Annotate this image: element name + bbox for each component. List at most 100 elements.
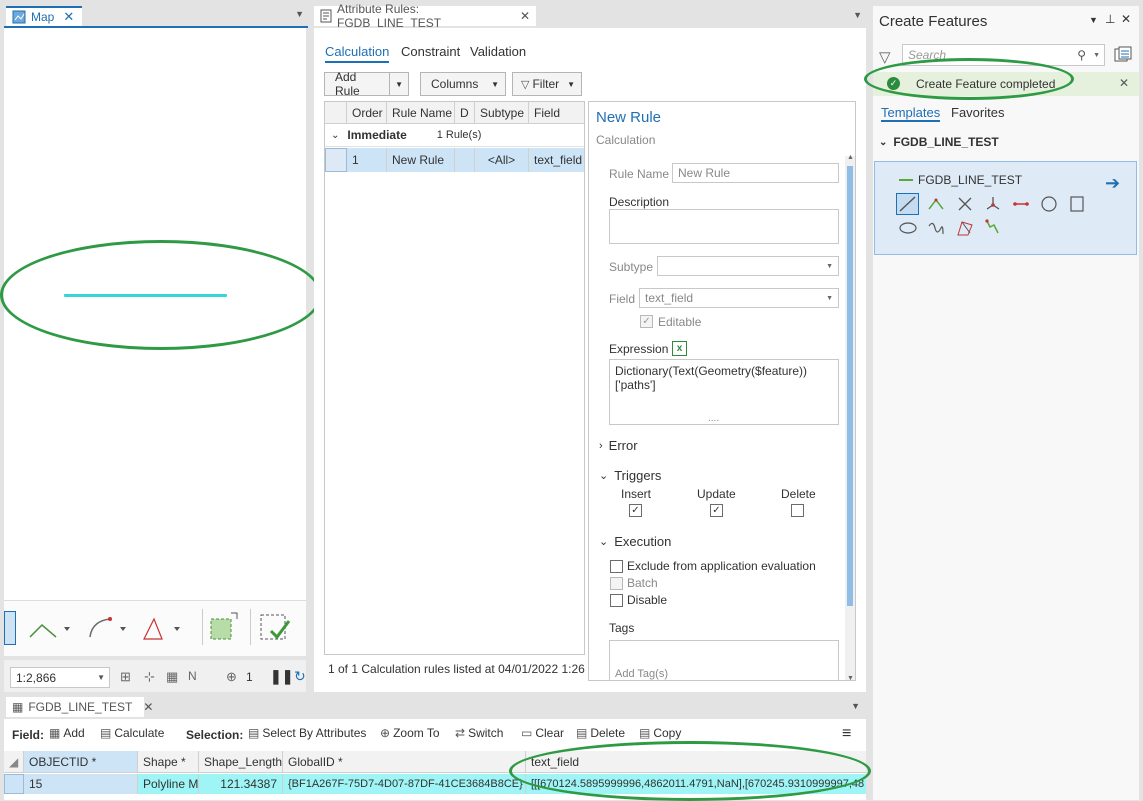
zoom-to-button[interactable]: ⊕ Zoom To xyxy=(380,726,440,740)
chevron-down-icon[interactable]: ▼ xyxy=(295,9,304,19)
row-header-cell[interactable]: ◢ xyxy=(4,751,24,772)
rule-name-input[interactable]: New Rule xyxy=(672,163,839,183)
col-shape-length[interactable]: Shape_Length xyxy=(199,751,283,772)
line-tool-icon[interactable] xyxy=(896,193,919,215)
chevron-down-icon[interactable]: ▼ xyxy=(389,73,408,95)
close-icon[interactable]: ✕ xyxy=(1119,76,1129,90)
rules-subtab-calculation[interactable]: Calculation xyxy=(325,44,390,63)
pin-icon[interactable]: ⊥ xyxy=(1105,12,1115,26)
north-arrow-icon[interactable]: N xyxy=(188,669,197,683)
disable-checkbox[interactable] xyxy=(610,594,623,607)
scroll-up-icon[interactable]: ▲ xyxy=(847,154,854,161)
table-tab[interactable]: ▦ FGDB_LINE_TEST ✕ xyxy=(6,697,153,717)
field-select[interactable]: text_field ▼ xyxy=(639,288,839,308)
templates-settings-icon[interactable] xyxy=(1114,46,1132,67)
exclude-checkbox[interactable] xyxy=(610,560,623,573)
scale-selector[interactable]: 1:2,866 ▼ xyxy=(10,667,110,688)
chevron-down-icon[interactable]: ▼ xyxy=(853,10,862,20)
close-icon[interactable]: ✕ xyxy=(1121,12,1131,26)
rule-row[interactable]: 1 New Rule <All> text_field xyxy=(325,148,584,172)
chevron-down-icon[interactable]: ⌄ xyxy=(331,130,339,141)
delete-button[interactable]: ▤ Delete xyxy=(576,726,625,740)
calculate-button[interactable]: ▤ Calculate xyxy=(100,726,164,740)
rules-subtab-validation[interactable]: Validation xyxy=(470,44,526,59)
midpoint-tool-icon[interactable] xyxy=(956,196,974,215)
add-rule-button[interactable]: Add Rule ▼ xyxy=(324,70,409,98)
expression-builder-icon[interactable]: x xyxy=(672,341,687,356)
col-objectid[interactable]: OBJECTID * xyxy=(24,751,138,772)
trigger-update-checkbox[interactable]: ✓ xyxy=(710,504,723,517)
copy-button[interactable]: ▤ Copy xyxy=(639,726,681,740)
menu-icon[interactable]: ≡ xyxy=(842,725,851,743)
arrow-right-icon[interactable]: ➔ xyxy=(1105,173,1120,194)
search-input[interactable]: Search ⚲ ▼ xyxy=(902,44,1105,66)
refresh-icon[interactable]: ↻ xyxy=(294,668,306,685)
table-icon[interactable]: ▦ xyxy=(166,669,178,685)
scrollbar-thumb[interactable] xyxy=(847,166,853,606)
resize-grip[interactable]: .... xyxy=(708,412,719,426)
polygon-tool-icon[interactable] xyxy=(140,615,188,646)
col-d[interactable]: D xyxy=(455,102,475,123)
col-subtype[interactable]: Subtype xyxy=(475,102,529,123)
reshape-tool-icon[interactable] xyxy=(202,609,238,645)
subtype-select[interactable]: ▼ xyxy=(657,256,839,276)
switch-button[interactable]: ⇄ Switch xyxy=(455,726,503,740)
group-row[interactable]: ⌄ Immediate 1 Rule(s) xyxy=(325,124,584,147)
scroll-down-icon[interactable]: ▼ xyxy=(847,675,854,680)
pause-icon[interactable]: ❚❚ xyxy=(270,668,293,685)
row-header-cell[interactable] xyxy=(325,148,347,172)
endpoint-tool-icon[interactable] xyxy=(984,195,1002,214)
close-icon[interactable]: ✕ xyxy=(520,9,530,23)
col-rule-name[interactable]: Rule Name xyxy=(387,102,455,123)
rectangle-tool-icon[interactable] xyxy=(1068,195,1086,216)
row-header-cell[interactable] xyxy=(4,774,24,794)
col-text-field[interactable]: text_field xyxy=(526,751,866,772)
circle-tool-icon[interactable] xyxy=(1040,195,1058,216)
filter-icon[interactable]: ▽ xyxy=(879,48,891,66)
col-field[interactable]: Field xyxy=(529,102,584,123)
triggers-section[interactable]: ⌄ Triggers xyxy=(599,468,661,483)
error-section[interactable]: › Error xyxy=(599,438,638,453)
col-order[interactable]: Order xyxy=(347,102,387,123)
ellipse-tool-icon[interactable] xyxy=(898,221,918,238)
clear-button[interactable]: ▭ Clear xyxy=(521,726,564,740)
execution-section[interactable]: ⌄ Execution xyxy=(599,534,671,549)
table-row[interactable]: 15 Polyline M 121.34387 {BF1A267F-75D7-4… xyxy=(4,774,866,794)
map-canvas[interactable] xyxy=(4,28,306,600)
chevron-down-icon[interactable]: ▼ xyxy=(851,701,860,711)
col-globalid[interactable]: GlobalID * xyxy=(283,751,526,772)
expression-input[interactable]: Dictionary(Text(Geometry($feature)) ['pa… xyxy=(609,359,839,425)
template-item[interactable]: FGDB_LINE_TEST ➔ xyxy=(874,161,1137,255)
arc-tool-icon[interactable] xyxy=(86,615,132,644)
filter-button[interactable]: ▽ Filter ▼ xyxy=(512,72,582,96)
snapping-icon[interactable]: ⊹ xyxy=(144,669,155,685)
trigger-insert-checkbox[interactable]: ✓ xyxy=(629,504,642,517)
line-tool-icon[interactable] xyxy=(4,611,16,645)
chevron-down-icon[interactable]: ▼ xyxy=(1093,52,1100,59)
trigger-delete-checkbox[interactable] xyxy=(791,504,804,517)
description-input[interactable] xyxy=(609,209,839,244)
rules-subtab-constraint[interactable]: Constraint xyxy=(401,44,460,59)
layer-group-header[interactable]: ⌄ FGDB_LINE_TEST xyxy=(879,135,999,149)
rules-tab[interactable]: Attribute Rules: FGDB_LINE_TEST ✕ xyxy=(314,2,536,30)
close-icon[interactable]: ✕ xyxy=(63,9,74,25)
polyline-tool-icon[interactable] xyxy=(26,619,72,644)
columns-button[interactable]: Columns ▼ xyxy=(420,72,506,96)
two-point-line-icon[interactable] xyxy=(1012,196,1030,215)
finish-sketch-icon[interactable] xyxy=(250,609,300,645)
search-icon[interactable]: ⚲ xyxy=(1077,48,1086,62)
col-shape[interactable]: Shape * xyxy=(138,751,199,772)
tab-templates[interactable]: Templates xyxy=(881,105,941,122)
trace-tool-icon[interactable] xyxy=(956,219,974,240)
freehand-tool-icon[interactable] xyxy=(927,220,945,239)
stream-tool-icon[interactable] xyxy=(984,219,1002,240)
detail-scrollbar[interactable]: ▲ ▼ xyxy=(845,154,855,680)
polyline-tool-icon[interactable] xyxy=(927,196,945,215)
tab-favorites[interactable]: Favorites xyxy=(951,105,1004,120)
select-by-attributes-button[interactable]: ▤ Select By Attributes xyxy=(248,726,366,740)
chevron-down-icon[interactable]: ▼ xyxy=(1089,15,1098,25)
close-icon[interactable]: ✕ xyxy=(143,700,153,714)
map-tab[interactable]: Map ✕ xyxy=(6,6,82,26)
grid-tool-icon[interactable]: ⊞ xyxy=(120,669,131,685)
add-field-button[interactable]: ▦ Add xyxy=(49,726,85,740)
